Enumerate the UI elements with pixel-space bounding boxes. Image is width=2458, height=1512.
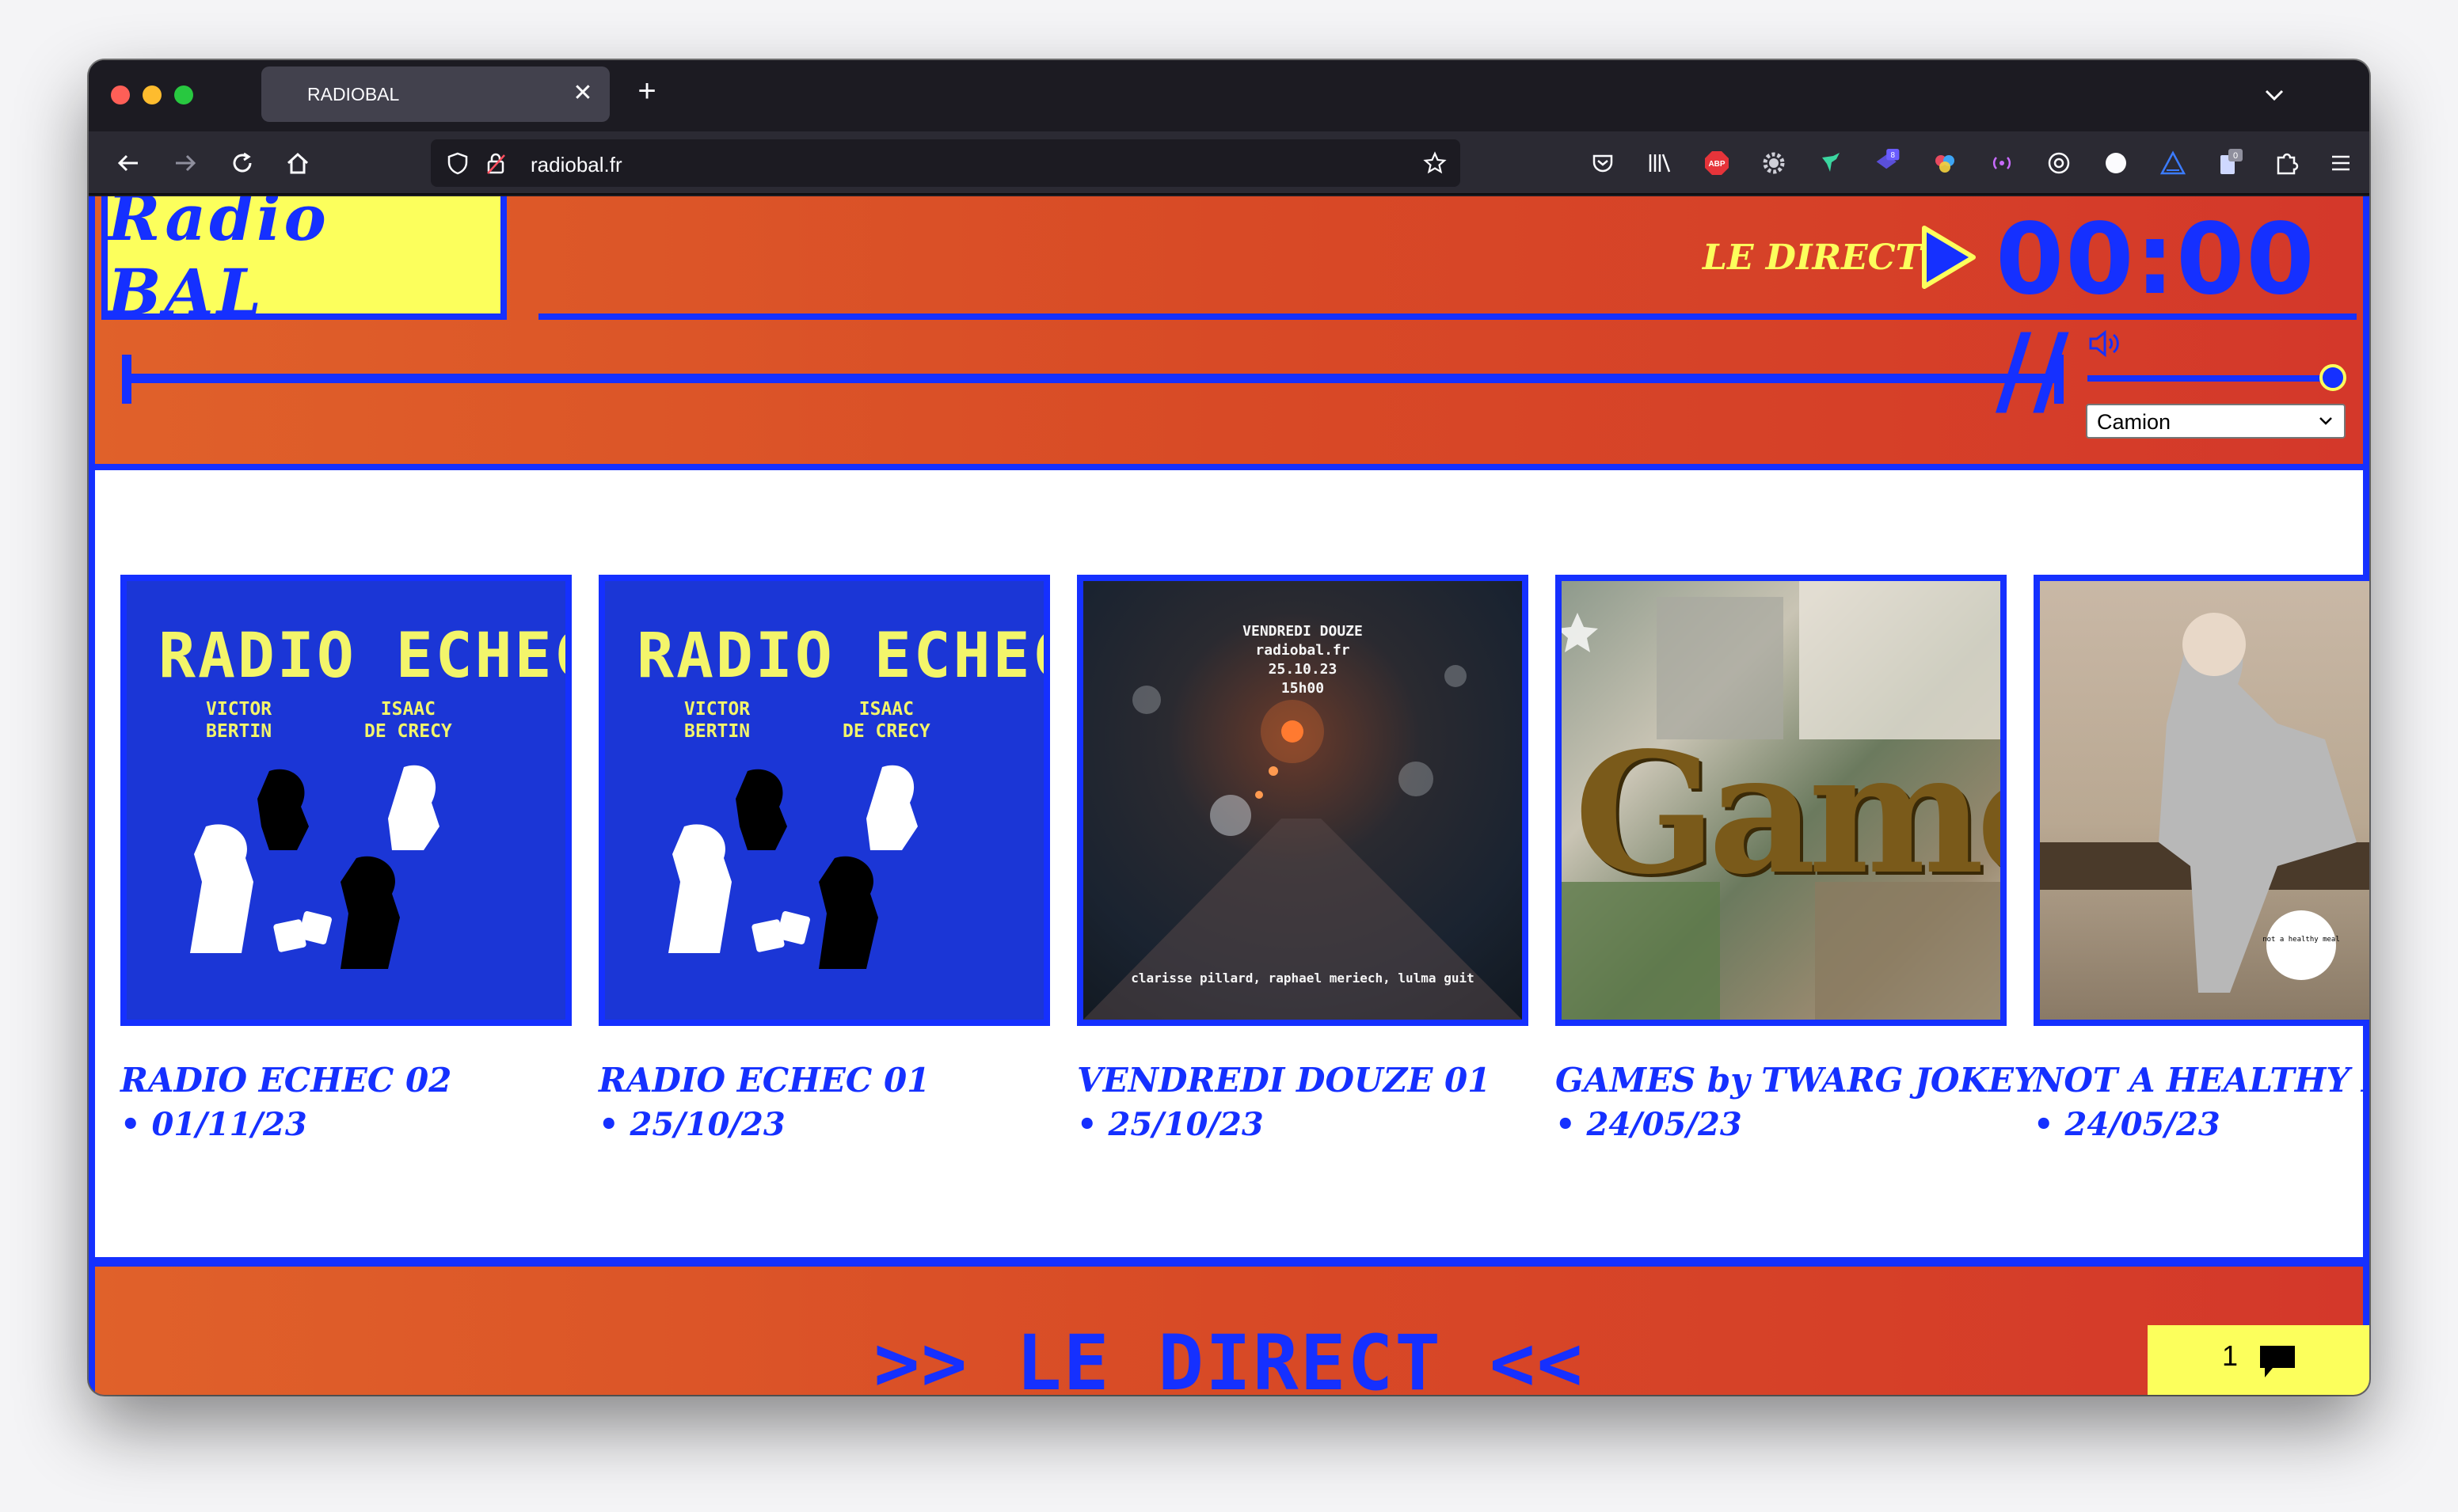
bookmark-star-icon[interactable] — [1422, 150, 1448, 176]
chess-pieces-illustration — [668, 765, 918, 969]
site-logo[interactable]: Radio BAL — [101, 196, 507, 329]
show-cover-image[interactable]: RADIO ECHEC VICTOR BERTIN ISAAC DE CRECY — [599, 575, 1050, 1026]
volume-slider[interactable] — [2087, 375, 2331, 382]
live-banner[interactable]: >> LE DIRECT << — [95, 1267, 2363, 1395]
cover-credit: ISAAC DE CRECY — [364, 699, 452, 742]
minimize-window-button[interactable] — [143, 85, 162, 104]
tab-close-icon[interactable]: ✕ — [567, 78, 599, 109]
chat-button[interactable]: 1 — [2148, 1325, 2369, 1395]
play-button[interactable] — [1916, 223, 1980, 291]
chat-count: 1 — [2222, 1339, 2239, 1372]
show-card[interactable]: not a healthy meal NOT A HEALTHY ME • 24… — [2034, 575, 2369, 1143]
tab-list-chevron-icon[interactable] — [2258, 79, 2290, 111]
extension-badge: 0 — [2233, 151, 2238, 161]
bitwarden-extension-icon[interactable]: 8 — [1874, 149, 1902, 177]
station-select[interactable]: Camion — [2086, 404, 2346, 439]
tab-bar: RADIOBAL ✕ + — [89, 60, 2369, 131]
reload-button[interactable] — [223, 144, 261, 182]
chevron-down-icon — [2319, 417, 2332, 425]
cover-title: RADIO ECHEC — [158, 621, 572, 692]
volume-slider-handle[interactable] — [2319, 364, 2346, 391]
privacy-extension-icon[interactable] — [2045, 149, 2073, 177]
show-title[interactable]: VENDREDI DOUZE 01 — [1077, 1061, 1528, 1100]
clipboard-extension-icon[interactable]: 0 — [2216, 149, 2244, 177]
progress-bar[interactable] — [127, 374, 2059, 383]
live-banner-text: >> LE DIRECT << — [873, 1319, 1585, 1395]
new-tab-button[interactable]: + — [627, 71, 667, 111]
chess-pieces-illustration — [190, 765, 439, 969]
hummingbird-extension-icon[interactable] — [1817, 149, 1845, 177]
color-picker-extension-icon[interactable] — [1931, 149, 1959, 177]
volume-icon[interactable] — [2087, 328, 2122, 359]
home-button[interactable] — [279, 144, 317, 182]
hamburger-menu-icon[interactable] — [2327, 149, 2355, 177]
play-icon — [1922, 226, 1976, 289]
player-header: Radio BAL LE DIRECT 00:00 // Camion — [95, 196, 2363, 464]
show-date: • 25/10/23 — [1077, 1106, 1264, 1143]
tab-title: RADIOBAL — [307, 84, 400, 104]
cover-credits: clarisse pillard, raphael meriech, lulma… — [1131, 971, 1474, 986]
person-photo-illustration: not a healthy meal — [2040, 613, 2369, 993]
reload-icon — [233, 152, 252, 173]
broadcast-extension-icon[interactable] — [1988, 149, 2016, 177]
show-cover-image[interactable]: VENDREDI DOUZE radiobal.fr 25.10.23 15h0… — [1077, 575, 1528, 1026]
forward-button[interactable] — [166, 144, 204, 182]
show-title[interactable]: GAMES by TWARG JOKEY — [1555, 1061, 2038, 1100]
url-text: radiobal.fr — [531, 153, 622, 177]
night-road-illustration — [1083, 665, 1522, 1020]
adblock-label: ABP — [1708, 160, 1725, 169]
header-divider — [538, 313, 2357, 320]
cover-credit: VICTOR BERTIN — [684, 699, 751, 742]
library-icon[interactable] — [1646, 149, 1674, 177]
show-date: • 25/10/23 — [599, 1106, 786, 1143]
show-title[interactable]: RADIO ECHEC 01 — [599, 1061, 1050, 1100]
cover-tag: not a healthy meal — [2262, 936, 2340, 944]
show-date: • 24/05/23 — [1555, 1106, 1742, 1143]
browser-window: RADIOBAL ✕ + radiobal.fr ABP 8 0 Radio B… — [89, 60, 2369, 1395]
back-arrow-icon — [117, 154, 138, 172]
shows-carousel: RADIO ECHEC VICTOR BERTIN ISAAC DE CRECY R… — [95, 470, 2369, 1257]
forward-arrow-icon — [176, 154, 196, 172]
triangle-extension-icon[interactable] — [2159, 149, 2187, 177]
lock-icon[interactable] — [483, 150, 508, 176]
compass-extension-icon[interactable] — [2102, 149, 2130, 177]
show-title[interactable]: NOT A HEALTHY ME — [2034, 1061, 2369, 1100]
show-cover-image[interactable]: Games — [1555, 575, 2007, 1026]
extensions-puzzle-icon[interactable] — [2273, 149, 2301, 177]
close-window-button[interactable] — [111, 85, 130, 104]
progress-end-cap — [2054, 355, 2064, 404]
cover-credit: ISAAC DE CRECY — [843, 699, 930, 742]
navigation-bar: radiobal.fr ABP 8 0 — [89, 131, 2369, 195]
back-button[interactable] — [109, 144, 147, 182]
cover-title: Games — [1574, 716, 2000, 911]
show-cover-image[interactable]: not a healthy meal — [2034, 575, 2369, 1026]
show-card[interactable]: Games GAMES by TWARG JOKEY • 24/05/23 — [1555, 575, 2038, 1143]
show-title[interactable]: RADIO ECHEC 02 — [120, 1061, 572, 1100]
home-icon — [287, 152, 309, 174]
chat-bubble-icon — [2260, 1346, 2295, 1377]
show-cover-image[interactable]: RADIO ECHEC VICTOR BERTIN ISAAC DE CRECY — [120, 575, 572, 1026]
cover-title: RADIO ECHEC — [637, 621, 1050, 692]
pocket-icon[interactable] — [1589, 149, 1617, 177]
show-date: • 01/11/23 — [120, 1106, 307, 1143]
settings-gear-icon[interactable] — [1760, 149, 1788, 177]
extension-badge: 8 — [1891, 151, 1896, 160]
show-card[interactable]: VENDREDI DOUZE radiobal.fr 25.10.23 15h0… — [1077, 575, 1528, 1143]
shield-icon[interactable] — [445, 150, 470, 176]
logo-text: Radio BAL — [108, 196, 329, 329]
show-card[interactable]: RADIO ECHEC VICTOR BERTIN ISAAC DE CRECY R… — [120, 575, 572, 1143]
show-card[interactable]: RADIO ECHEC VICTOR BERTIN ISAAC DE CRECY R… — [599, 575, 1050, 1143]
url-bar[interactable]: radiobal.fr — [431, 139, 1460, 187]
adblock-icon[interactable]: ABP — [1703, 149, 1731, 177]
maximize-window-button[interactable] — [174, 85, 193, 104]
station-selected-value: Camion — [2097, 410, 2171, 434]
show-date: • 24/05/23 — [2034, 1106, 2220, 1143]
browser-tab[interactable]: RADIOBAL ✕ — [261, 66, 610, 122]
live-label: LE DIRECT — [1703, 237, 1922, 278]
cover-credit: VICTOR BERTIN — [206, 699, 272, 742]
web-page: Radio BAL LE DIRECT 00:00 // Camion RADI… — [89, 196, 2369, 1395]
